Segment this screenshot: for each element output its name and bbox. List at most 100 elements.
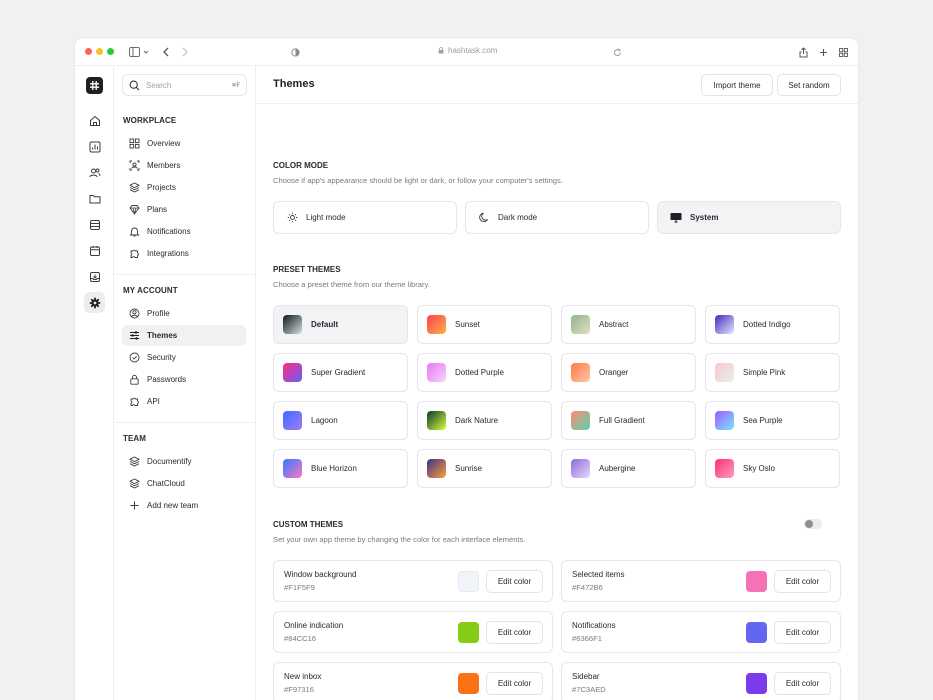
rail-users-button[interactable] [84, 162, 105, 183]
theme-card-oranger[interactable]: Oranger [561, 353, 696, 392]
new-tab-icon[interactable] [818, 45, 828, 59]
sidebar-item-plans[interactable]: Plans [122, 199, 246, 220]
theme-swatch [715, 363, 734, 382]
theme-card-default[interactable]: Default [273, 305, 408, 344]
theme-swatch [715, 459, 734, 478]
custom-themes-toggle[interactable] [804, 519, 822, 529]
color-swatch[interactable] [458, 622, 479, 643]
color-swatch[interactable] [746, 571, 767, 592]
custom-color-label: Window background [284, 570, 357, 579]
custom-color-online-indication: Online indication #84CC16 Edit color [273, 611, 553, 653]
page-header: Themes Import theme Set random [256, 66, 858, 104]
minimize-window-button[interactable] [96, 48, 103, 55]
mode-label: System [690, 213, 719, 222]
workplace-section-title: WORKPLACE [123, 116, 177, 125]
sidebar-item-notifications[interactable]: Notifications [122, 221, 246, 242]
rail-inbox-button[interactable] [84, 266, 105, 287]
share-icon[interactable] [798, 45, 808, 59]
sidebar-item-label: Documentify [147, 457, 192, 466]
color-swatch[interactable] [746, 673, 767, 694]
theme-swatch [427, 363, 446, 382]
theme-card-sky-oslo[interactable]: Sky Oslo [705, 449, 840, 488]
sidebar-item-members[interactable]: Members [122, 155, 246, 176]
theme-card-lagoon[interactable]: Lagoon [273, 401, 408, 440]
sliders-icon [128, 330, 140, 342]
edit-color-button[interactable]: Edit color [486, 570, 543, 593]
edit-color-button[interactable]: Edit color [774, 621, 831, 644]
theme-label: Blue Horizon [311, 464, 357, 473]
color-swatch[interactable] [458, 673, 479, 694]
rail-settings-button[interactable] [84, 292, 105, 313]
sidebar-divider [114, 422, 256, 423]
sidebar-item-label: Overview [147, 139, 181, 148]
edit-color-button[interactable]: Edit color [486, 621, 543, 644]
theme-card-abstract[interactable]: Abstract [561, 305, 696, 344]
dark-mode-option[interactable]: Dark mode [465, 201, 649, 234]
sidebar-item-label: ChatCloud [147, 479, 185, 488]
close-window-button[interactable] [85, 48, 92, 55]
system-mode-option[interactable]: System [657, 201, 841, 234]
theme-card-dark-nature[interactable]: Dark Nature [417, 401, 552, 440]
edit-color-button[interactable]: Edit color [486, 672, 543, 695]
toggle-knob [805, 520, 813, 528]
theme-card-full-gradient[interactable]: Full Gradient [561, 401, 696, 440]
sidebar-item-label: Profile [147, 309, 170, 318]
rail-database-button[interactable] [84, 214, 105, 235]
theme-card-simple-pink[interactable]: Simple Pink [705, 353, 840, 392]
sidebar-item-profile[interactable]: Profile [122, 303, 246, 324]
theme-label: Super Gradient [311, 368, 366, 377]
import-theme-button[interactable]: Import theme [701, 74, 773, 96]
theme-card-aubergine[interactable]: Aubergine [561, 449, 696, 488]
sidebar-item-api[interactable]: API [122, 391, 246, 412]
search-placeholder: Search [146, 80, 172, 90]
light-mode-option[interactable]: Light mode [273, 201, 457, 234]
theme-card-blue-horizon[interactable]: Blue Horizon [273, 449, 408, 488]
team-section-title: TEAM [123, 434, 147, 443]
theme-card-dotted-indigo[interactable]: Dotted Indigo [705, 305, 840, 344]
rail-home-button[interactable] [84, 110, 105, 131]
sidebar-item-security[interactable]: Security [122, 347, 246, 368]
sidebar-item-chatcloud[interactable]: ChatCloud [122, 473, 246, 494]
set-random-button[interactable]: Set random [777, 74, 841, 96]
rail-folders-button[interactable] [84, 188, 105, 209]
puzzle-icon [128, 248, 140, 260]
sidebar-item-projects[interactable]: Projects [122, 177, 246, 198]
theme-card-sunset[interactable]: Sunset [417, 305, 552, 344]
theme-card-sunrise[interactable]: Sunrise [417, 449, 552, 488]
edit-color-button[interactable]: Edit color [774, 672, 831, 695]
reload-icon[interactable] [612, 45, 622, 59]
add-new-team-button[interactable]: Add new team [122, 495, 246, 516]
color-mode-title: COLOR MODE [273, 161, 329, 170]
rail-calendar-button[interactable] [84, 240, 105, 261]
rail-analytics-button[interactable] [84, 136, 105, 157]
address-bar[interactable]: hashtask.com [438, 46, 497, 55]
theme-label: Sunset [455, 320, 480, 329]
sidebar-item-label: Projects [147, 183, 176, 192]
edit-color-button[interactable]: Edit color [774, 570, 831, 593]
search-input[interactable]: Search ⌘F [122, 74, 247, 96]
sidebar-item-themes[interactable]: Themes [122, 325, 246, 346]
custom-color-hex: #6366F1 [572, 634, 602, 643]
tab-overview-icon[interactable] [838, 45, 848, 59]
theme-card-dotted-purple[interactable]: Dotted Purple [417, 353, 552, 392]
maximize-window-button[interactable] [107, 48, 114, 55]
sidebar-item-integrations[interactable]: Integrations [122, 243, 246, 264]
custom-color-label: Sidebar [572, 672, 600, 681]
diamond-icon [128, 204, 140, 216]
sidebar-toggle-icon[interactable] [128, 45, 150, 59]
theme-swatch [283, 411, 302, 430]
forward-icon[interactable] [180, 45, 190, 59]
theme-card-sea-purple[interactable]: Sea Purple [705, 401, 840, 440]
back-icon[interactable] [161, 45, 171, 59]
theme-card-super-gradient[interactable]: Super Gradient [273, 353, 408, 392]
theme-swatch [283, 459, 302, 478]
sidebar-item-documentify[interactable]: Documentify [122, 451, 246, 472]
sidebar-item-label: Notifications [147, 227, 191, 236]
moon-icon [478, 212, 490, 224]
sidebar-item-overview[interactable]: Overview [122, 133, 246, 154]
sidebar-item-passwords[interactable]: Passwords [122, 369, 246, 390]
privacy-shield-icon[interactable] [290, 45, 300, 59]
color-swatch[interactable] [458, 571, 479, 592]
color-swatch[interactable] [746, 622, 767, 643]
app-logo[interactable] [86, 77, 103, 94]
